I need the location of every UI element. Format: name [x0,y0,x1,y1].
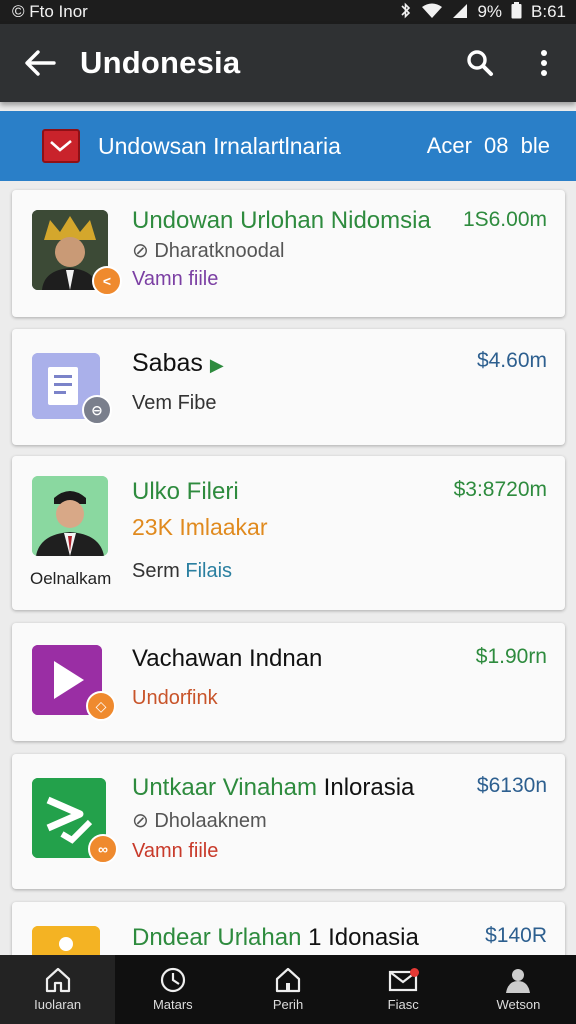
item-title: Vachawan Indnan [132,645,323,672]
list-item[interactable]: Oelnalkam Ulko Fileri 23K Imlaakar Serm … [12,456,565,610]
bluetooth-icon [400,2,412,22]
item-footer: Vem Fibe [132,392,217,414]
status-right: 9% B:61 [400,2,566,22]
item-title-part-a: Dndear Urlahan [132,924,302,951]
search-icon [467,50,493,76]
category-banner[interactable]: Undowsan Irnalartlnaria Acer 08 ble [0,111,576,181]
item-price: $4.60m [476,349,547,372]
back-button[interactable] [0,24,80,102]
clock-time: B:61 [531,2,566,21]
person-icon [506,969,531,993]
status-bar: © Fto Inor 9% B:61 [0,0,576,24]
banner-title: Undowsan Irnalartlnaria [98,132,341,159]
home-outline-icon [275,967,301,993]
time-icon: ⊘ [132,810,155,832]
nav-item-label: Matars [152,997,193,1012]
status-left-text: Fto Inor [29,2,88,21]
nav-item-label: Perih [272,997,304,1012]
app-thumbnail: ∞ [32,778,118,864]
nav-item-profile[interactable]: Wetson [461,955,576,1024]
list-item[interactable]: ⊖ Sabas ▶ Vem Fibe $4.60m [12,329,565,445]
item-price: $140R [485,924,547,947]
banner-meta: Acer 08 ble [426,133,550,158]
item-subtitle: ⊘ Dholaaknem [132,808,267,833]
notification-icon: © [12,2,25,21]
video-thumbnail: ◇ [32,645,116,721]
link-badge-icon: ∞ [88,834,118,864]
item-footer-link[interactable]: Filais [185,560,232,582]
nav-item-home[interactable]: Iuolaran [0,955,116,1024]
signal-icon [452,3,468,22]
battery-icon [511,2,522,22]
nav-item-label: Wetson [496,997,541,1012]
item-subtitle-text: Dharatknoodal [154,240,285,262]
nav-item-inbox[interactable]: Fiasc [346,955,461,1024]
page-title: Undonesia [80,45,241,80]
avatar: < [32,210,122,296]
search-button[interactable] [448,24,512,102]
item-title-part-b: 1 Idonasia [308,924,419,951]
item-title: Ulko Fileri [132,478,239,505]
item-title-text: Sabas [132,349,203,377]
item-footer: Serm Filais [132,560,232,583]
link-badge-icon: ◇ [86,691,116,721]
more-vert-icon [541,50,547,76]
clock-icon [160,967,185,993]
nav-item-label: Iuolaran [34,997,82,1012]
item-title: Untkaar Vinaham Inlorasia [132,774,414,802]
item-price: $1.90rn [475,645,547,668]
item-subtitle: ⊘ Dharatknoodal [132,238,284,263]
document-thumbnail: ⊖ [32,353,112,425]
wifi-icon [421,3,443,22]
arrow-left-icon [25,50,56,76]
avatar [32,476,108,556]
item-title: Dndear Urlahan 1 Idonasia [132,924,419,952]
item-footer: Vamn fiile [132,268,219,290]
home-icon [45,967,70,993]
play-arrow-icon: ▶ [209,355,224,375]
item-title-part-a: Untkaar Vinaham [132,774,317,801]
item-title: Undowan Urlohan Nidomsia [132,207,431,234]
more-options-button[interactable] [512,24,576,102]
item-price: $6130n [476,774,547,797]
list-item[interactable]: ◇ Vachawan Indnan Undorfink $1.90rn [12,623,565,741]
bottom-navigation: Iuolaran Matars Perih Fiasc Wetson [0,955,576,1024]
item-subtitle-text: Dholaaknem [154,810,267,832]
item-footer: Undorfink [132,687,218,709]
item-price: $3:8720m [453,478,547,501]
item-title: Sabas ▶ [132,349,224,378]
avatar-caption: Oelnalkam [30,569,112,588]
item-title-part-b: Inlorasia [323,774,415,801]
battery-percent: 9% [477,2,503,21]
item-subtitle: 23K Imlaakar [132,514,268,540]
app-bar: Undonesia [0,24,576,102]
nav-item-label: Fiasc [387,997,419,1012]
settings-badge-icon: ⊖ [82,395,112,425]
item-footer-label: Serm [132,560,180,582]
flag-icon [42,129,80,163]
nav-item-recent[interactable]: Matars [115,955,230,1024]
time-icon: ⊘ [132,240,155,262]
share-badge-icon: < [92,266,122,296]
list-item[interactable]: < Undowan Urlohan Nidomsia ⊘ Dharatknood… [12,190,565,317]
item-footer: Vamn fiile [132,840,219,862]
list-item[interactable]: ∞ Untkaar Vinaham Inlorasia ⊘ Dholaaknem… [12,754,565,889]
notification-dot [409,968,419,977]
status-left: © Fto Inor [12,2,88,22]
item-price: 1S6.00m [462,208,547,231]
nav-item-places[interactable]: Perih [230,955,345,1024]
